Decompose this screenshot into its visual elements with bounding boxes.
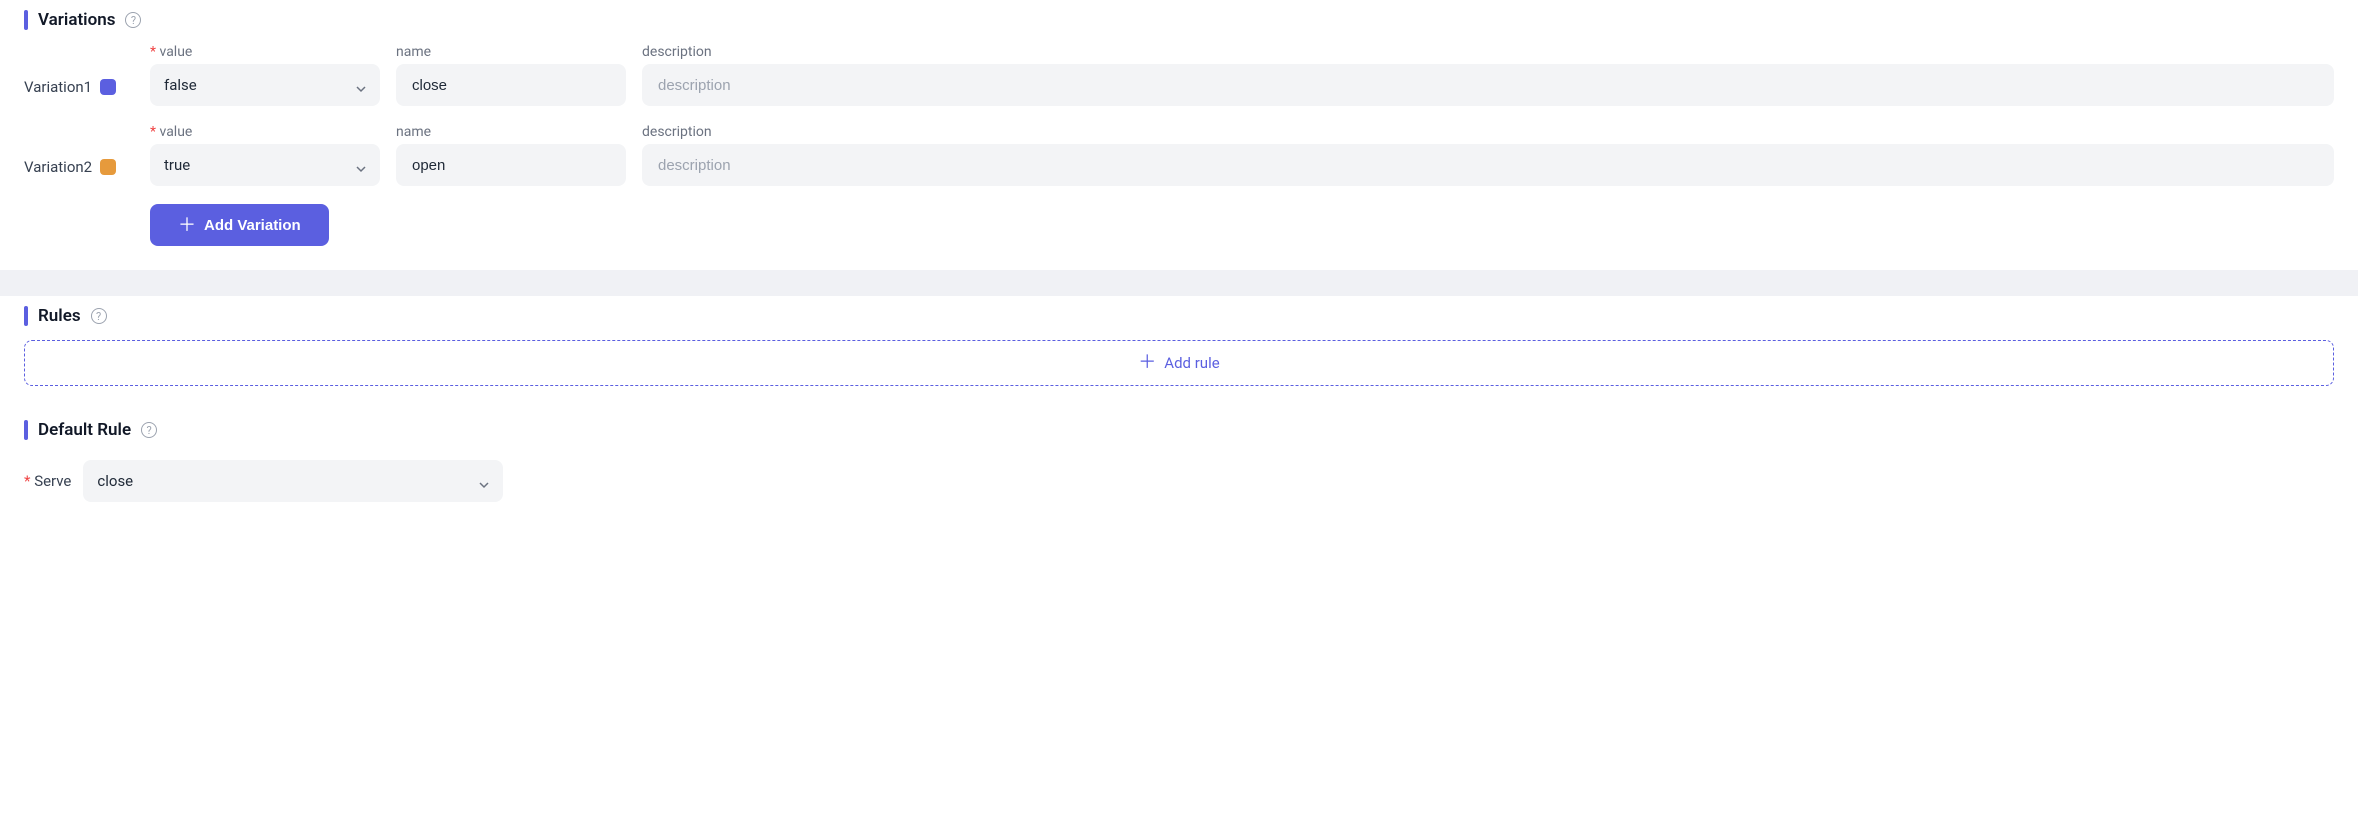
rules-section: Rules ? ＋ Add rule Default Rule ? Serve … [0,296,2358,526]
section-bar-icon [24,10,28,30]
variation-label-cell: Variation2 [24,158,134,186]
description-input-wrapper [642,144,2334,186]
help-icon[interactable]: ? [125,12,141,28]
value-label: value [150,124,380,140]
section-bar-icon [24,420,28,440]
name-input[interactable] [410,76,612,95]
description-label: description [642,124,2334,140]
value-select-text: false [164,76,197,94]
section-divider [0,270,2358,296]
variation-row-label: Variation2 [24,158,92,176]
variations-title: Variations [38,10,115,30]
serve-row: Serve close [24,460,2334,502]
help-icon[interactable]: ? [141,422,157,438]
description-field-group: description [642,124,2334,186]
rules-title: Rules [38,306,81,326]
chevron-down-icon [356,160,366,170]
variations-header: Variations ? [24,10,2334,30]
name-input-wrapper [396,64,626,106]
add-rule-label: Add rule [1164,354,1219,372]
help-icon[interactable]: ? [91,308,107,324]
variation-row-label: Variation1 [24,78,92,96]
add-variation-button[interactable]: ＋ Add Variation [150,204,329,246]
chevron-down-icon [356,80,366,90]
name-label: name [396,44,626,60]
name-label: name [396,124,626,140]
default-rule-title: Default Rule [38,420,131,440]
value-select[interactable]: true [150,144,380,186]
rules-header: Rules ? [24,306,2334,326]
default-rule-header: Default Rule ? [24,420,2334,440]
chevron-down-icon [479,476,489,486]
plus-icon: ＋ [1138,354,1156,372]
add-variation-label: Add Variation [204,217,301,234]
description-label: description [642,44,2334,60]
section-bar-icon [24,306,28,326]
variation-label-cell: Variation1 [24,78,134,106]
value-label: value [150,44,380,60]
description-input[interactable] [656,156,2320,175]
serve-label: Serve [24,472,71,490]
add-variation-row: ＋ Add Variation [150,204,2334,246]
serve-select-text: close [97,472,133,490]
value-select[interactable]: false [150,64,380,106]
name-field-group: name [396,44,626,106]
variation-row: Variation1 value false name description [24,44,2334,106]
name-input[interactable] [410,156,612,175]
value-select-text: true [164,156,190,174]
description-input[interactable] [656,76,2320,95]
color-swatch-icon [100,79,116,95]
name-input-wrapper [396,144,626,186]
color-swatch-icon [100,159,116,175]
description-field-group: description [642,44,2334,106]
plus-icon: ＋ [178,216,196,234]
add-rule-button[interactable]: ＋ Add rule [24,340,2334,386]
serve-select[interactable]: close [83,460,503,502]
value-field-group: value false [150,44,380,106]
variations-section: Variations ? Variation1 value false name… [0,0,2358,270]
name-field-group: name [396,124,626,186]
value-field-group: value true [150,124,380,186]
description-input-wrapper [642,64,2334,106]
variation-row: Variation2 value true name description [24,124,2334,186]
